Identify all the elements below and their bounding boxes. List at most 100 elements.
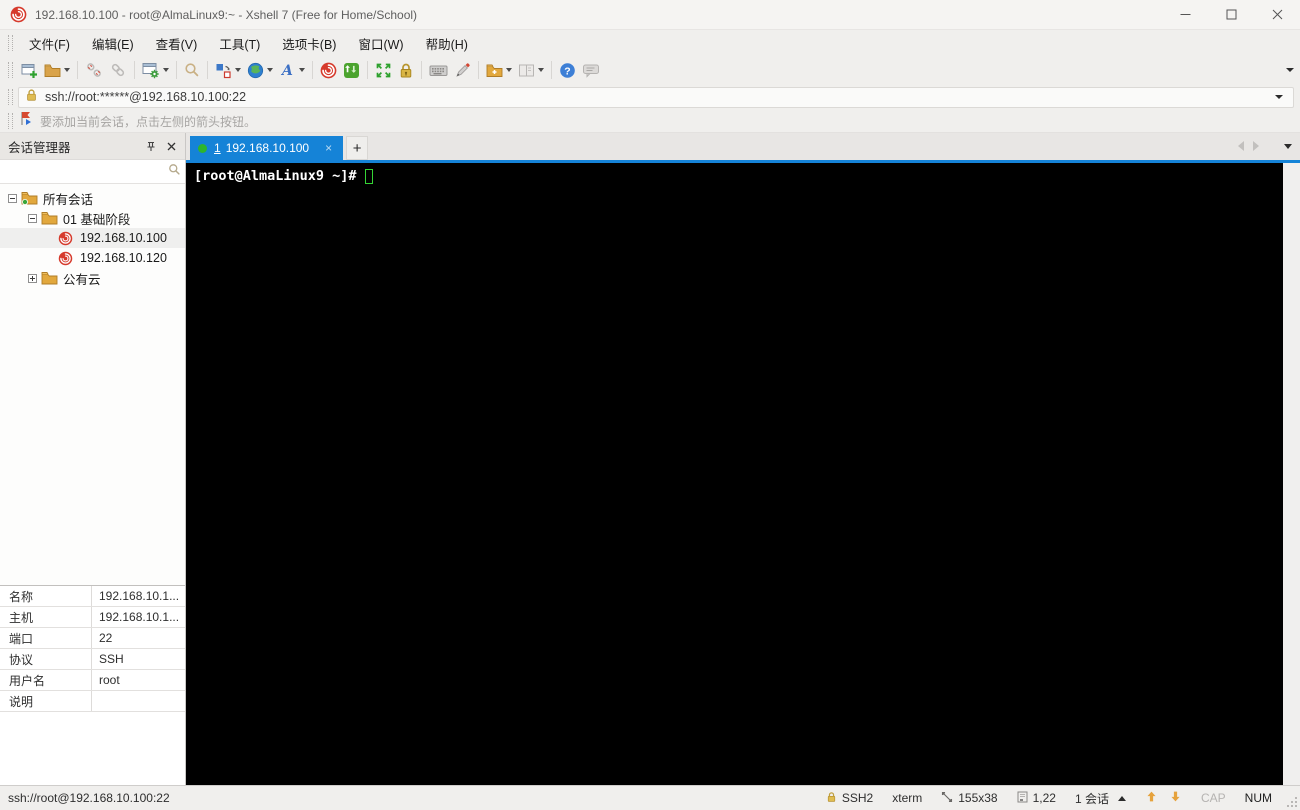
session-manager-panel: 会话管理器 所有会话 01 基础阶段 192.168.10.100 192.16… [0, 133, 186, 785]
session-properties-dropdown-icon[interactable] [163, 68, 169, 72]
session-tree: 所有会话 01 基础阶段 192.168.10.100 192.168.10.1… [0, 184, 185, 585]
prop-value: 192.168.10.1... [99, 589, 180, 603]
xftp-button[interactable] [340, 58, 363, 82]
menubar-grip[interactable] [8, 35, 13, 51]
tab-close-icon[interactable]: × [323, 141, 334, 155]
addressbar-grip[interactable] [8, 89, 13, 105]
toolbar-separator [421, 61, 422, 79]
prop-label: 名称 [0, 586, 92, 606]
caps-lock-indicator: CAP [1200, 791, 1226, 805]
fullscreen-button[interactable] [372, 58, 395, 82]
xshell-button[interactable] [317, 58, 340, 82]
session-list-dropdown-icon[interactable] [1117, 795, 1126, 801]
tree-item-session-100[interactable]: 192.168.10.100 [0, 228, 185, 248]
address-bar: ssh://root:******@192.168.10.100:22 [0, 84, 1300, 110]
menu-bar: 文件(F) 编辑(E) 查看(V) 工具(T) 选项卡(B) 窗口(W) 帮助(… [0, 30, 1300, 56]
maximize-button[interactable] [1208, 0, 1254, 29]
tree-item-folder-basic[interactable]: 01 基础阶段 [0, 208, 185, 228]
folder-all-sessions-icon [21, 191, 38, 205]
address-dropdown-icon[interactable] [1275, 95, 1283, 99]
prop-label: 用户名 [0, 670, 92, 690]
expand-icon[interactable] [28, 273, 37, 283]
prop-row-host: 主机 192.168.10.1... [0, 607, 185, 628]
open-session-button[interactable] [41, 58, 73, 82]
new-session-button[interactable] [18, 58, 41, 82]
pin-icon[interactable] [141, 136, 161, 156]
compose-pane-dropdown-icon[interactable] [235, 68, 241, 72]
session-search-input[interactable] [4, 162, 168, 181]
menu-file[interactable]: 文件(F) [18, 30, 81, 57]
info-message: 要添加当前会话，点击左侧的箭头按钮。 [40, 114, 257, 129]
address-field[interactable]: ssh://root:******@192.168.10.100:22 [18, 86, 1294, 108]
tab-index: 1 [214, 141, 221, 155]
prop-row-name: 名称 192.168.10.1... [0, 586, 185, 607]
tree-item-folder-cloud[interactable]: 公有云 [0, 268, 185, 288]
prop-value [92, 691, 185, 711]
highlight-pen-button[interactable] [451, 58, 474, 82]
status-terminal-type[interactable]: xterm [892, 791, 922, 805]
close-button[interactable] [1254, 0, 1300, 29]
font-button[interactable]: A [276, 58, 308, 82]
lock-screen-button[interactable] [395, 58, 417, 82]
prop-row-description: 说明 [0, 691, 185, 712]
resize-icon [941, 791, 953, 806]
virtual-keyboard-button[interactable] [426, 58, 451, 82]
terminal-area[interactable]: [root@AlmaLinux9 ~]# [186, 163, 1283, 785]
window-title: 192.168.10.100 - root@AlmaLinux9:~ - Xsh… [35, 7, 418, 22]
terminal-scrollbar[interactable] [1283, 163, 1300, 785]
tree-item-session-120[interactable]: 192.168.10.120 [0, 248, 185, 268]
status-url: ssh://root@192.168.10.100:22 [8, 791, 170, 805]
compose-pane-button[interactable] [212, 58, 244, 82]
resize-grip[interactable] [1287, 797, 1297, 807]
menu-window[interactable]: 窗口(W) [347, 30, 414, 57]
menu-tools[interactable]: 工具(T) [208, 30, 271, 57]
title-bar: 192.168.10.100 - root@AlmaLinux9:~ - Xsh… [0, 0, 1300, 30]
status-size: 155x38 [941, 791, 998, 806]
folder-icon [41, 271, 58, 285]
menu-view[interactable]: 查看(V) [145, 30, 209, 57]
new-folder-dropdown-icon[interactable] [506, 68, 512, 72]
prop-label: 主机 [0, 607, 92, 627]
menu-tabs[interactable]: 选项卡(B) [271, 30, 347, 57]
tree-item-all-sessions[interactable]: 所有会话 [0, 188, 185, 208]
session-search-box [0, 160, 185, 184]
scroll-down-icon[interactable] [1169, 790, 1182, 806]
size-label: 155x38 [958, 791, 998, 805]
search-icon[interactable] [168, 163, 181, 181]
menu-edit[interactable]: 编辑(E) [81, 30, 145, 57]
collapse-icon[interactable] [28, 213, 37, 223]
address-lock-icon [25, 88, 38, 107]
encoding-globe-button[interactable] [244, 58, 276, 82]
font-dropdown-icon[interactable] [299, 68, 305, 72]
minimize-button[interactable] [1162, 0, 1208, 29]
new-folder-button[interactable] [483, 58, 515, 82]
session-count-label: 1 会话 [1074, 791, 1109, 806]
status-session-count[interactable]: 1 会话 [1075, 790, 1126, 807]
tab-session-100[interactable]: 1 192.168.10.100 × [190, 136, 344, 160]
scroll-up-icon[interactable] [1145, 790, 1158, 806]
main-area: 会话管理器 所有会话 01 基础阶段 192.168.10.100 192.16… [0, 133, 1300, 785]
panel-close-icon[interactable] [161, 136, 181, 156]
reconnect-button [106, 58, 130, 82]
toolbar-separator [478, 61, 479, 79]
address-url[interactable]: ssh://root:******@192.168.10.100:22 [45, 90, 1275, 104]
session-properties-button[interactable] [139, 58, 172, 82]
toolbar-separator [312, 61, 313, 79]
tab-list-dropdown-icon[interactable] [1284, 143, 1292, 149]
find-button[interactable] [181, 58, 203, 82]
encoding-globe-dropdown-icon[interactable] [267, 68, 273, 72]
tree-item-label: 192.168.10.120 [80, 251, 167, 265]
toolbar-grip[interactable] [8, 62, 13, 78]
new-tab-button[interactable]: + [346, 136, 369, 160]
toolbar: A ? [0, 56, 1300, 84]
menu-help[interactable]: 帮助(H) [415, 30, 479, 57]
xshell-logo-icon [10, 6, 27, 23]
collapse-icon[interactable] [8, 193, 17, 203]
help-button[interactable]: ? [556, 58, 579, 82]
toolbar-overflow-icon[interactable] [1286, 68, 1294, 72]
infobar-grip[interactable] [8, 113, 13, 129]
toolbar-separator [134, 61, 135, 79]
shell-prompt: [root@AlmaLinux9 ~]# [194, 168, 357, 184]
open-session-dropdown-icon[interactable] [64, 68, 70, 72]
prop-value: SSH [99, 652, 124, 666]
